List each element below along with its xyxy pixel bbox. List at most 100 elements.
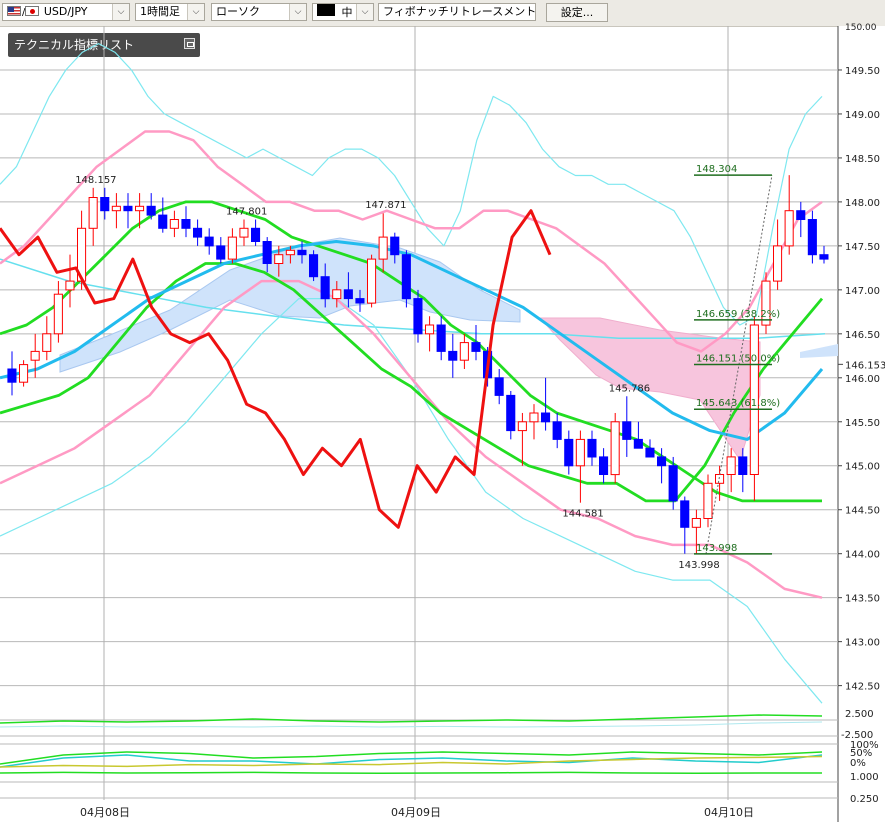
candle-body	[506, 394, 516, 432]
subpanel1-line	[0, 714, 823, 724]
candle-body	[680, 500, 690, 528]
subpanel2-tick-label: 1.000	[850, 772, 879, 783]
subpanel1-tick-label: 2.500	[845, 709, 874, 720]
subpanel2-line	[0, 754, 823, 768]
candle-body	[65, 280, 75, 291]
candle-body	[807, 219, 817, 256]
y-tick-label: 146.50	[845, 330, 880, 341]
y-tick-label: 148.00	[845, 198, 880, 209]
candle-body	[796, 210, 806, 220]
y-tick-label: 144.50	[845, 506, 880, 517]
candle-body	[227, 236, 237, 260]
subpanel1-line	[0, 721, 823, 728]
candle-body	[285, 249, 295, 256]
price-annotation: 144.581	[562, 509, 603, 520]
y-tick-label: 147.50	[845, 242, 880, 253]
subpanel2-line	[0, 771, 822, 775]
candle-body	[216, 245, 226, 260]
candle-body	[158, 214, 168, 229]
price-annotation: 145.786	[609, 384, 650, 395]
fib-level-label: 145.643 (61.8%)	[696, 398, 780, 409]
candle-body	[575, 438, 585, 467]
candle-body	[239, 227, 249, 238]
candle-body	[610, 421, 620, 476]
current-price-label: 146.153	[845, 360, 885, 371]
fib-level-label: 146.659 (38.2%)	[696, 309, 780, 320]
candle-body	[169, 219, 179, 229]
candle-body	[19, 364, 29, 383]
subpanel2-tick-label: 0.250	[850, 794, 879, 805]
candle-body	[599, 456, 609, 475]
x-tick-label: 04月08日	[80, 806, 130, 819]
price-annotation: 147.801	[226, 206, 267, 217]
candle-body	[425, 324, 435, 335]
candle-body	[390, 236, 400, 256]
y-tick-label: 143.50	[845, 594, 880, 605]
ichimoku-cloud-tail	[800, 344, 838, 358]
x-tick-label: 04月10日	[704, 806, 754, 819]
candle-body	[146, 205, 156, 216]
candle-body	[401, 254, 411, 300]
y-tick-label: 148.50	[845, 154, 880, 165]
y-tick-label: 147.00	[845, 286, 880, 297]
candle-body	[309, 254, 319, 278]
candle-body	[332, 289, 342, 300]
y-tick-label: 146.00	[845, 374, 880, 385]
candle-body	[738, 456, 748, 475]
candle-body	[320, 276, 330, 300]
subpanel2-tick-label: 0%	[850, 758, 866, 769]
y-tick-label: 144.00	[845, 550, 880, 561]
candle-body	[703, 482, 713, 519]
candle-body	[529, 412, 539, 423]
candle-body	[111, 205, 121, 212]
candle-body	[53, 293, 63, 335]
y-tick-label: 145.50	[845, 418, 880, 429]
candle-body	[88, 197, 98, 229]
candle-body	[135, 205, 145, 212]
candle-body	[657, 456, 667, 467]
candle-body	[123, 205, 133, 212]
candle-body	[541, 412, 551, 423]
candle-body	[819, 254, 829, 260]
candle-body	[633, 438, 643, 449]
candle-body	[378, 236, 388, 260]
candle-body	[691, 518, 701, 528]
x-tick-label: 04月09日	[391, 806, 441, 819]
candle-body	[471, 342, 481, 352]
candle-body	[355, 298, 365, 304]
candle-body	[7, 368, 17, 383]
candle-body	[297, 249, 307, 256]
candle-body	[262, 241, 272, 264]
price-annotation: 148.157	[75, 175, 116, 186]
y-tick-label-top: 150.00	[845, 23, 877, 33]
candle-body	[459, 342, 469, 361]
candle-body	[367, 258, 377, 304]
candle-body	[100, 197, 110, 212]
candle-body	[448, 350, 458, 361]
candle-body	[773, 245, 783, 282]
candle-body	[181, 219, 191, 229]
candle-body	[193, 227, 203, 238]
candle-body	[343, 289, 353, 300]
price-annotation: 143.998	[678, 560, 719, 571]
candle-body	[668, 465, 678, 502]
candle-body	[564, 438, 574, 467]
candle-body	[494, 377, 504, 396]
price-annotation: 147.871	[365, 200, 406, 211]
y-tick-label: 143.00	[845, 638, 880, 649]
candle-body	[587, 438, 597, 458]
candle-body	[413, 298, 423, 335]
candle-body	[552, 421, 562, 440]
y-tick-label: 145.00	[845, 462, 880, 473]
y-tick-label: 149.50	[845, 66, 880, 77]
fib-level-label: 148.304	[696, 164, 737, 175]
candle-body	[645, 447, 655, 458]
fib-level-label: 146.151 (50.0%)	[696, 354, 780, 365]
candle-body	[204, 236, 214, 247]
y-tick-label: 142.50	[845, 682, 880, 693]
price-chart[interactable]: 142.50 143.00 143.50 144.00 144.50 145.00 145.…	[0, 0, 885, 822]
candle-body	[30, 350, 40, 361]
y-tick-label: 149.00	[845, 110, 880, 121]
fib-level-label: 143.998	[696, 543, 737, 554]
candle-body	[251, 227, 261, 243]
